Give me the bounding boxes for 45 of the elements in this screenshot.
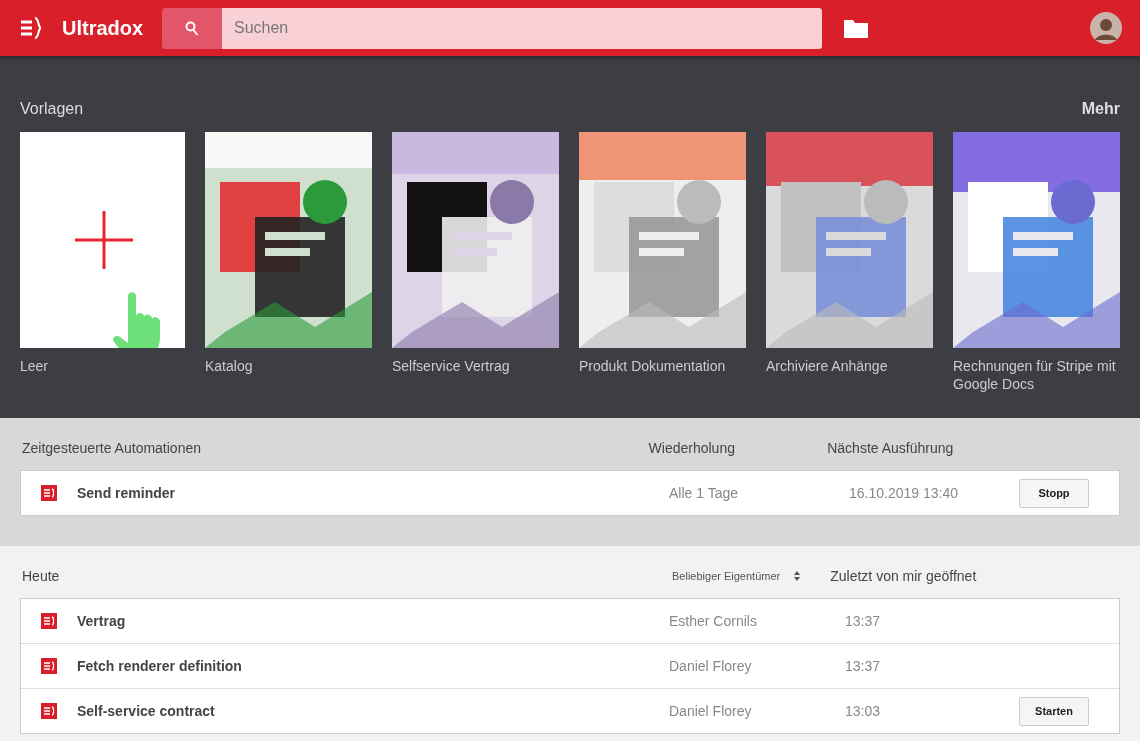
time-cell-text: 13:37: [845, 613, 882, 629]
app-name: Ultradox: [62, 16, 145, 40]
document-name: Self-service contract: [77, 703, 216, 719]
column-header: Zuletzt von mir geöffnet: [830, 568, 978, 584]
plus-icon: [75, 211, 133, 269]
automation-name: Send reminder: [77, 485, 177, 501]
time-cell-text: 13:37: [845, 658, 882, 674]
search-icon: [185, 20, 199, 36]
search-button[interactable]: [162, 7, 222, 49]
time-cell-text: 13:03: [845, 703, 882, 719]
owner-filter[interactable]: Beliebiger Eigentümer: [672, 570, 781, 582]
owner-cell-text: Daniel Florey: [669, 658, 753, 674]
document-icon: [41, 703, 57, 719]
owner-cell-text: Daniel Florey: [669, 703, 753, 719]
search-field[interactable]: Suchen: [222, 7, 822, 49]
template-name[interactable]: Katalog: [205, 357, 372, 375]
column-header: Wiederholung: [648, 440, 736, 456]
more-link[interactable]: Mehr: [1081, 100, 1120, 118]
template-name[interactable]: Produkt Dokumentation: [579, 357, 746, 375]
folder-icon[interactable]: [844, 18, 868, 38]
document-name: Vertrag: [77, 613, 127, 629]
template-name[interactable]: Archiviere Anhänge: [766, 357, 933, 375]
document-name: Fetch renderer definition: [77, 658, 243, 674]
column-header: Nächste Ausführung: [827, 440, 955, 456]
next-run-cell-text: 16.10.2019 13:40: [849, 485, 959, 501]
avatar[interactable]: [1090, 12, 1122, 44]
template-name[interactable]: Selfservice Vertrag: [392, 357, 559, 375]
document-row[interactable]: Vertrag Esther Cornils 13:37: [21, 599, 1119, 644]
logo-icon: [20, 17, 44, 39]
document-icon: [41, 658, 57, 674]
document-icon: [41, 613, 57, 629]
document-row[interactable]: Fetch renderer definition Daniel Florey 13:37: [21, 644, 1119, 689]
start-button[interactable]: Starten: [1019, 696, 1089, 726]
section-title: Heute: [22, 568, 61, 584]
owner-cell-text: Esther Cornils: [669, 613, 758, 629]
repeat-cell-text: Alle 1 Tage: [669, 485, 739, 501]
column-header: Zeitgesteuerte Automationen: [22, 440, 202, 456]
template-name[interactable]: Rechnungen für Stripe mit Google Docs: [953, 357, 1120, 393]
stop-button[interactable]: Stopp: [1019, 478, 1089, 508]
document-icon: [41, 485, 57, 501]
section-title: Vorlagen: [20, 100, 84, 118]
document-row[interactable]: Self-service contract Daniel Florey 13:03 Starten: [21, 689, 1119, 733]
template-name[interactable]: Leer: [20, 357, 185, 375]
automation-row[interactable]: Send reminder Alle 1 Tage 16.10.2019 13:40 Stopp: [21, 471, 1119, 515]
sort-icon[interactable]: [794, 571, 801, 581]
